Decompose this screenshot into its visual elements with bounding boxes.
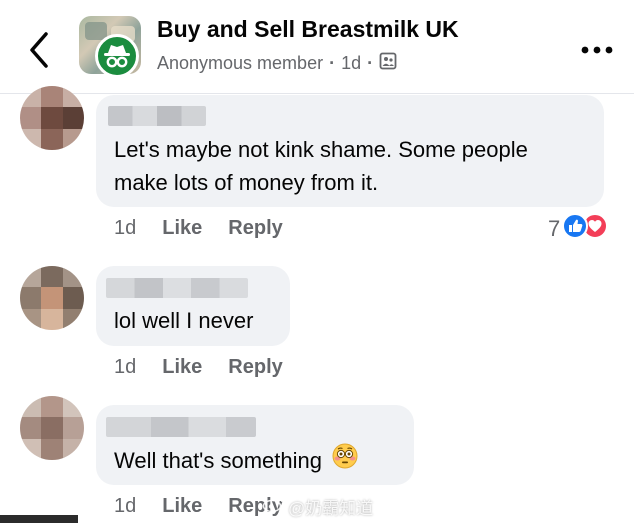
flushed-face-emoji-icon	[332, 443, 358, 478]
comment-actions: 1d Like Reply	[114, 217, 283, 240]
post-time: 1d	[341, 53, 362, 73]
audience-members-icon	[379, 52, 397, 75]
back-arrow-icon[interactable]	[26, 30, 56, 70]
anonymous-member-icon	[95, 34, 139, 78]
comment-actions: 1d Like Reply	[114, 495, 283, 518]
comment-bubble: lol well I never	[96, 266, 290, 346]
group-title[interactable]: Buy and Sell Breastmilk UK	[157, 16, 459, 43]
like-button[interactable]: Like	[162, 217, 202, 240]
reaction-count: 7	[548, 215, 561, 241]
comment-text-line: make lots of money from it.	[114, 170, 379, 195]
post-header: Buy and Sell Breastmilk UK Anonymous mem…	[0, 0, 634, 94]
blurred-commenter-name	[106, 278, 248, 298]
comment-bubble: Well that's something	[96, 405, 414, 485]
comment-text-line: Well that's something	[114, 443, 358, 478]
comment-text: Well that's something	[114, 448, 323, 473]
weibo-logo-icon	[262, 495, 284, 518]
comment-text-line: lol well I never	[114, 308, 254, 333]
more-options-icon[interactable]	[580, 40, 614, 60]
like-button[interactable]: Like	[162, 356, 202, 379]
comment-time: 1d	[114, 356, 137, 378]
comment-time: 1d	[114, 217, 137, 239]
commenter-avatar[interactable]	[20, 266, 84, 330]
like-reaction-icon	[562, 213, 589, 244]
post-author: Anonymous member	[157, 53, 324, 73]
reaction-summary[interactable]: 7	[548, 213, 609, 244]
blurred-commenter-name	[108, 106, 206, 126]
reply-button[interactable]: Reply	[228, 356, 282, 379]
commenter-avatar[interactable]	[20, 86, 84, 150]
watermark-text: @奶霸知道	[288, 499, 374, 518]
watermark: @奶霸知道	[262, 494, 373, 519]
blurred-commenter-name	[106, 417, 256, 437]
reply-button[interactable]: Reply	[228, 217, 282, 240]
separator-dot: ·	[329, 53, 336, 73]
like-button[interactable]: Like	[162, 495, 202, 518]
comment-text-line: Let's maybe not kink shame. Some people	[114, 137, 528, 162]
separator-dot: ·	[367, 53, 374, 73]
commenter-avatar[interactable]	[20, 396, 84, 460]
comment-time: 1d	[114, 495, 137, 517]
comment-actions: 1d Like Reply	[114, 356, 283, 379]
corner-credit-strip	[0, 515, 78, 523]
comment-bubble: Let's maybe not kink shame. Some people …	[96, 95, 604, 207]
post-meta: Anonymous member · 1d ·	[157, 52, 397, 75]
